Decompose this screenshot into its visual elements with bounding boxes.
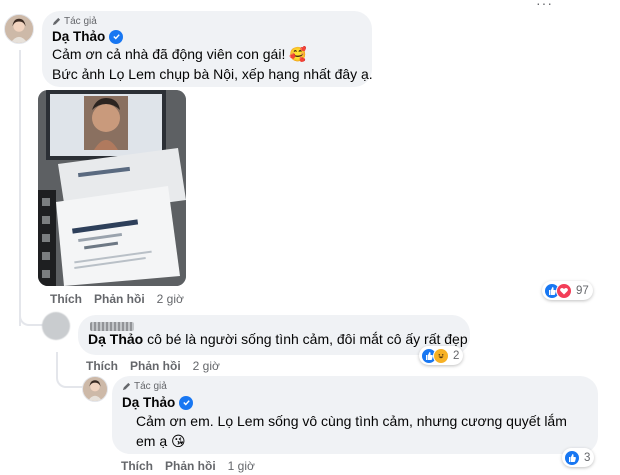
author-badge-label: Tác giả [134,381,167,392]
author-badge-label: Tác giả [64,16,97,27]
commenter-avatar[interactable] [42,312,70,340]
verified-badge-icon [179,395,194,410]
comment-author[interactable]: Dạ Thảo [122,395,194,410]
comment-actions: Thích Phản hồi 2 giờ [50,292,184,306]
pencil-icon [122,382,131,391]
certificate-photo [38,90,186,286]
comment-photo[interactable] [38,90,186,286]
reply-button[interactable]: Phản hồi [130,359,181,373]
comment-text-line: Bức ảnh Lọ Lem chụp bà Nội, xếp hạng nhấ… [52,66,373,82]
reaction-count: 97 [576,284,589,297]
avatar-photo [5,15,33,43]
author-badge: Tác giả [122,381,167,392]
like-icon [564,449,580,466]
pencil-icon [52,17,61,26]
comment-text-line: em ạ 😘 [136,433,186,449]
author-avatar[interactable] [82,376,108,402]
love-icon [556,282,572,299]
more-options-icon[interactable]: ··· [536,0,576,10]
comment-timestamp[interactable]: 2 giờ [193,359,220,373]
verified-badge-icon [109,29,124,44]
reaction-summary[interactable]: 97 [542,281,593,300]
reaction-count: 3 [584,451,591,464]
comment-actions: Thích Phản hồi 1 giờ [121,459,255,473]
comment-timestamp[interactable]: 1 giờ [228,459,255,473]
comment-text: Dạ Thảo cô bé là người sống tình cảm, đô… [88,331,468,347]
thread-connector [19,300,43,326]
comment-timestamp[interactable]: 2 giờ [157,292,184,306]
author-mention[interactable]: Dạ Thảo [88,331,143,347]
comment-text-line: Cảm ơn em. Lọ Lem sống vô cùng tình cảm,… [136,413,567,429]
author-name[interactable]: Dạ Thảo [52,29,105,44]
commenter-name-redacted [90,322,134,331]
like-button[interactable]: Thích [86,359,118,373]
thread-connector [56,352,84,388]
reaction-count: 2 [453,349,460,362]
thread-line [19,50,21,326]
author-avatar[interactable] [4,14,34,44]
reaction-summary[interactable]: 2 [419,346,464,365]
reply-button[interactable]: Phản hồi [94,292,145,306]
reaction-summary[interactable]: 3 [562,448,595,467]
author-name[interactable]: Dạ Thảo [122,395,175,410]
like-button[interactable]: Thích [121,459,153,473]
comment-actions: Thích Phản hồi 2 giờ [86,359,220,373]
comment-text-body: cô bé là người sống tình cảm, đôi mắt cô… [143,331,468,347]
like-button[interactable]: Thích [50,292,82,306]
author-badge: Tác giả [52,16,97,27]
haha-icon [433,347,449,364]
comment-author[interactable]: Dạ Thảo [52,29,124,44]
comment-text-line: Cảm ơn cả nhà đã động viên con gái! 🥰 [52,46,307,62]
avatar-photo [83,377,107,401]
reply-button[interactable]: Phản hồi [165,459,216,473]
